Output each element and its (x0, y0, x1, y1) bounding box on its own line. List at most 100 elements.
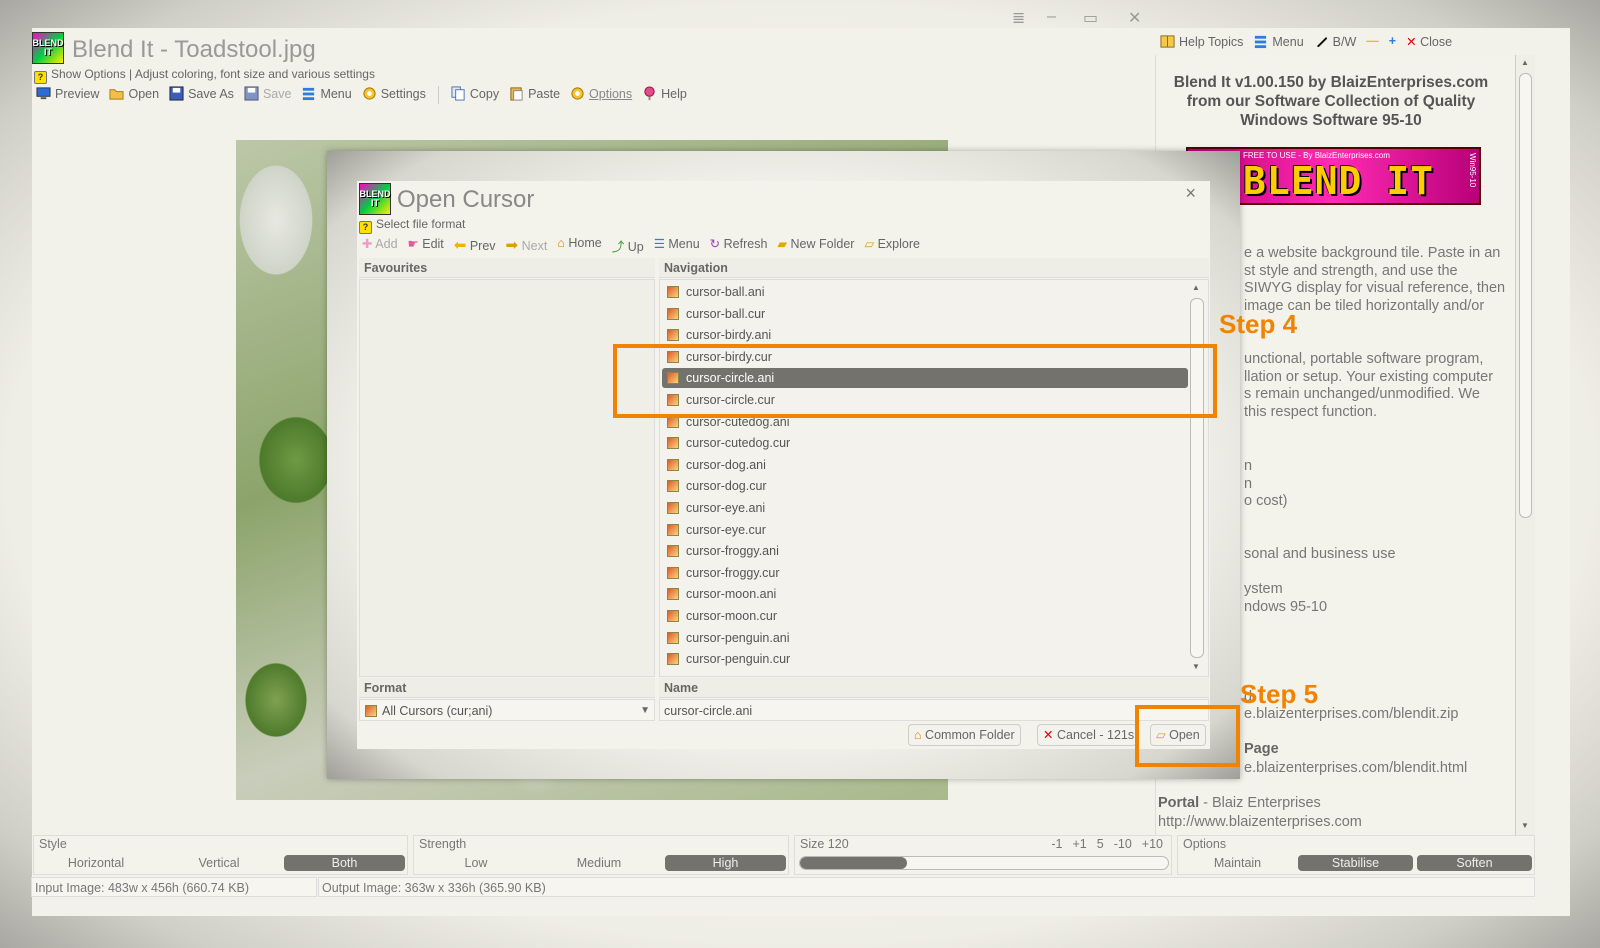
cursor-file-icon (667, 631, 679, 644)
help-button[interactable]: Help (642, 86, 687, 104)
window-title: Blend It - Toadstool.jpg (72, 36, 316, 63)
file-item[interactable]: cursor-dog.cur (662, 476, 1188, 496)
file-scrollbar[interactable]: ▲ ▼ (1187, 280, 1207, 676)
copy-button[interactable]: Copy (451, 86, 499, 104)
file-item[interactable]: cursor-moon.cur (662, 606, 1188, 626)
home-button[interactable]: ⌂ Home (557, 236, 601, 255)
add-button[interactable]: ✚ Add (362, 236, 398, 255)
new-folder-button[interactable]: ▰ New Folder (777, 236, 854, 255)
maximize-button[interactable]: ▭ (1083, 8, 1098, 28)
monitor-icon (36, 87, 51, 100)
file-item[interactable]: cursor-ball.cur (662, 304, 1188, 324)
file-item[interactable]: cursor-moon.ani (662, 584, 1188, 604)
file-item[interactable]: cursor-birdy.ani (662, 325, 1188, 345)
dialog-body: BLEND IT Open Cursor × ? Select file form… (357, 181, 1210, 749)
arrow-right-icon: ➡ (505, 237, 519, 254)
floppy-icon (169, 86, 184, 101)
style-vertical[interactable]: Vertical (159, 855, 279, 871)
navigation-list[interactable]: cursor-ball.ani cursor-ball.cur cursor-bir… (659, 279, 1209, 677)
scroll-down-icon[interactable]: ▼ (1192, 662, 1200, 671)
file-item[interactable]: cursor-cutedog.cur (662, 433, 1188, 453)
size-plus-10[interactable]: +10 (1142, 837, 1163, 851)
strength-high[interactable]: High (665, 855, 786, 871)
dialog-title-bar: BLEND IT Open Cursor (359, 183, 1209, 217)
explore-button[interactable]: ▱ Explore (864, 236, 920, 255)
increase-font-button[interactable]: + (1389, 34, 1396, 49)
open-button[interactable]: Open (109, 86, 159, 104)
page-link[interactable]: e.blaizenterprises.com/blendit.html (1244, 760, 1467, 778)
decrease-font-button[interactable]: — (1366, 34, 1379, 49)
cursor-file-icon (667, 437, 679, 450)
scrollbar-thumb[interactable] (1519, 73, 1532, 518)
file-item[interactable]: cursor-ball.ani (662, 282, 1188, 302)
file-item[interactable]: cursor-eye.cur (662, 520, 1188, 540)
file-item[interactable]: cursor-eye.ani (662, 498, 1188, 518)
prev-button[interactable]: ⬅ Prev (454, 236, 496, 255)
next-button[interactable]: ➡ Next (506, 236, 548, 255)
size-slider[interactable] (799, 856, 1169, 870)
strength-low[interactable]: Low (416, 855, 536, 871)
dialog-menu-button[interactable]: ☰ Menu (654, 236, 700, 255)
size-minus-1[interactable]: -1 (1051, 837, 1062, 851)
option-stabilise[interactable]: Stabilise (1298, 855, 1413, 871)
scroll-up-icon[interactable]: ▲ (1192, 283, 1200, 292)
format-select[interactable]: All Cursors (cur;ani) ▼ (359, 699, 655, 721)
portal-link[interactable]: http://www.blaizenterprises.com (1158, 814, 1362, 832)
name-header: Name (659, 678, 1209, 698)
help-topics-button[interactable]: Help Topics (1160, 34, 1243, 49)
option-maintain[interactable]: Maintain (1180, 855, 1295, 871)
settings-button[interactable]: Settings (362, 86, 426, 104)
help-close-button[interactable]: ✕ Close (1406, 34, 1452, 49)
favourites-list[interactable] (359, 279, 655, 677)
save-as-button[interactable]: Save As (169, 86, 234, 104)
chevron-down-icon[interactable]: ▼ (640, 700, 650, 722)
file-name: cursor-birdy.ani (686, 328, 772, 343)
save-button[interactable]: Save (244, 86, 291, 104)
help-toolbar: Help Topics Menu B/W — + ✕ Close (1160, 34, 1452, 49)
preview-button[interactable]: Preview (36, 86, 99, 104)
common-folder-button[interactable]: ⌂ Common Folder (908, 724, 1021, 746)
size-5[interactable]: 5 (1097, 837, 1104, 851)
favourites-header: Favourites (359, 258, 655, 278)
menu-grip-icon[interactable]: ≣ (1012, 8, 1025, 28)
help-menu-button[interactable]: Menu (1253, 34, 1304, 49)
option-soften[interactable]: Soften (1417, 855, 1532, 871)
file-item[interactable]: cursor-froggy.cur (662, 563, 1188, 583)
file-item[interactable]: cursor-penguin.cur (662, 649, 1188, 669)
paste-button[interactable]: Paste (509, 86, 560, 104)
options-hint[interactable]: ? Show Options | Adjust coloring, font si… (34, 67, 375, 84)
file-item[interactable]: cursor-froggy.ani (662, 541, 1188, 561)
style-horizontal[interactable]: Horizontal (36, 855, 156, 871)
help-scrollbar[interactable]: ▲ ▼ (1515, 55, 1535, 835)
file-name: cursor-eye.ani (686, 501, 766, 515)
file-name: cursor-penguin.ani (686, 630, 790, 645)
hand-icon: ☛ (407, 237, 419, 251)
dialog-close-button[interactable]: × (1185, 183, 1196, 204)
step-4-label: Step 4 (1219, 309, 1298, 339)
options-link[interactable]: Options (570, 86, 632, 104)
edit-button[interactable]: ☛ Edit (408, 236, 444, 255)
style-both[interactable]: Both (284, 855, 405, 871)
strength-label: Strength (419, 837, 467, 851)
file-item[interactable]: cursor-penguin.ani (662, 628, 1188, 648)
minimize-button[interactable]: – (1047, 8, 1056, 26)
file-name-input[interactable]: cursor-circle.ani (659, 699, 1209, 721)
cancel-button[interactable]: ✕ Cancel - 121s (1037, 724, 1137, 746)
strength-medium[interactable]: Medium (539, 855, 659, 871)
output-image-status: Output Image: 363w x 336h (365.90 KB) (318, 877, 1535, 897)
bw-button[interactable]: B/W (1314, 34, 1356, 49)
size-plus-1[interactable]: +1 (1072, 837, 1086, 851)
main-toolbar: Preview Open Save As Save Menu Settings … (36, 86, 687, 104)
scroll-down-icon[interactable]: ▼ (1521, 821, 1529, 830)
refresh-button[interactable]: ↻ Refresh (710, 236, 768, 255)
size-minus-10[interactable]: -10 (1114, 837, 1132, 851)
menu-button[interactable]: Menu (301, 86, 352, 104)
refresh-icon: ↻ (709, 237, 721, 251)
dialog-hint[interactable]: ? Select file format (359, 217, 465, 234)
scroll-up-icon[interactable]: ▲ (1521, 58, 1529, 67)
close-window-button[interactable]: ✕ (1128, 8, 1141, 28)
file-item[interactable]: cursor-dog.ani (662, 455, 1188, 475)
up-button[interactable]: ⤴ Up (612, 236, 644, 255)
options-group: Options Maintain Stabilise Soften (1177, 835, 1535, 875)
file-name: cursor-froggy.cur (686, 565, 780, 580)
